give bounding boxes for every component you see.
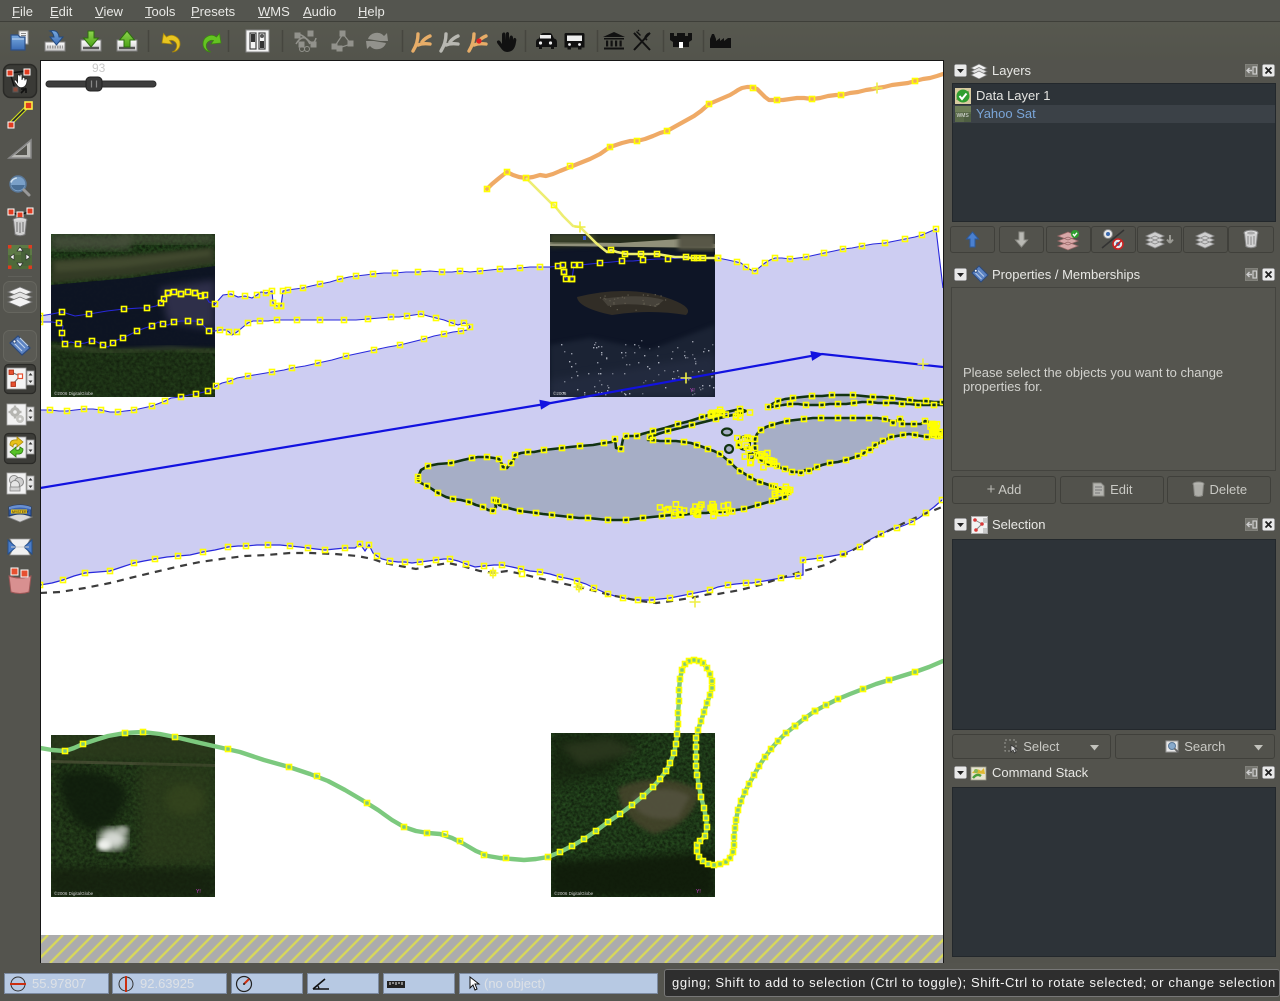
svg-text:93: 93	[92, 61, 106, 75]
svg-text:©2006: ©2006	[553, 390, 567, 396]
svg-text:WMS: WMS	[957, 113, 970, 119]
svg-text:©2006 DigitalGlobe: ©2006 DigitalGlobe	[54, 890, 94, 896]
svg-text:©2006 DigitalGlobe: ©2006 DigitalGlobe	[554, 890, 594, 896]
svg-text:MYSTERY: MYSTERY	[12, 510, 30, 514]
svg-text:©2006 DigitalGlobe: ©2006 DigitalGlobe	[54, 390, 94, 396]
svg-text:Y!: Y!	[696, 889, 701, 895]
svg-text:Y!: Y!	[196, 889, 201, 895]
svg-text:Y!: Y!	[690, 388, 695, 394]
